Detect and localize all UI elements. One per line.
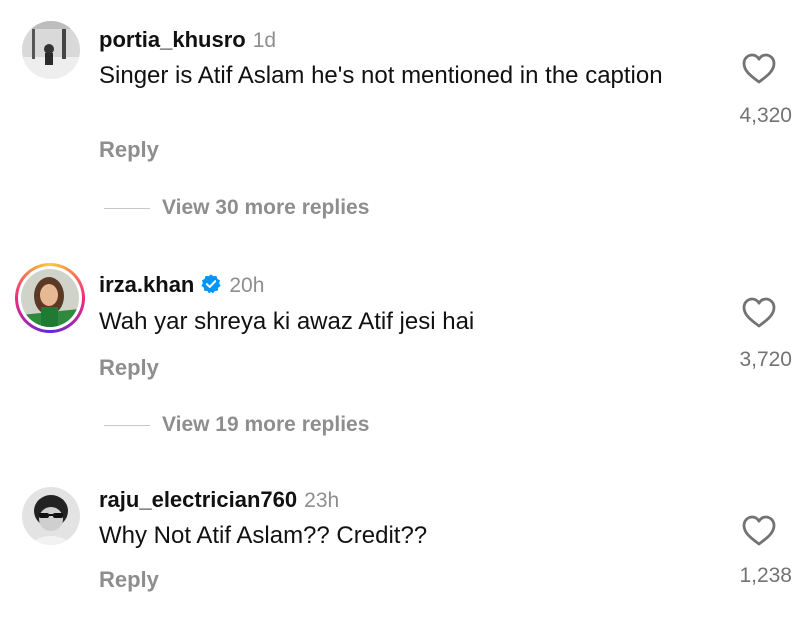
reply-button[interactable]: Reply (99, 567, 159, 593)
view-more-replies-button[interactable]: View 30 more replies (104, 193, 369, 223)
verified-badge-icon (201, 274, 221, 294)
avatar[interactable] (22, 21, 80, 79)
username-text[interactable]: portia_khusro (99, 27, 246, 52)
comment-timestamp: 23h (304, 489, 340, 512)
like-count: 4,320 (739, 104, 792, 127)
reply-button[interactable]: Reply (99, 137, 159, 163)
comment-text: Wah yar shreya ki awaz Atif jesi hai (99, 308, 475, 335)
comment-username[interactable]: raju_electrician760 23h (99, 487, 339, 513)
heart-outline-icon[interactable] (742, 515, 776, 547)
like-count: 3,720 (739, 348, 792, 371)
view-more-replies-label[interactable]: View 30 more replies (162, 196, 369, 220)
like-count: 1,238 (739, 564, 792, 587)
heart-outline-icon[interactable] (742, 297, 776, 329)
username-text[interactable]: irza.khan (99, 272, 194, 297)
replies-divider (104, 424, 150, 426)
story-ring-avatar[interactable] (15, 263, 85, 333)
comment-text: Singer is Atif Aslam he's not mentioned … (99, 62, 663, 89)
avatar[interactable] (21, 269, 79, 327)
view-more-replies-label[interactable]: View 19 more replies (162, 413, 369, 437)
avatar[interactable] (22, 487, 80, 545)
comment-username[interactable]: irza.khan 20h (99, 272, 264, 298)
replies-divider (104, 207, 150, 209)
avatar-ring-gap (18, 266, 82, 330)
comment-timestamp: 1d (252, 29, 277, 52)
comment-username[interactable]: portia_khusro 1d (99, 27, 276, 53)
view-more-replies-button[interactable]: View 19 more replies (104, 410, 369, 440)
reply-button[interactable]: Reply (99, 355, 159, 381)
comment-timestamp: 20h (229, 274, 265, 297)
username-text[interactable]: raju_electrician760 (99, 487, 297, 512)
comment-text: Why Not Atif Aslam?? Credit?? (99, 522, 428, 549)
heart-outline-icon[interactable] (742, 53, 776, 85)
